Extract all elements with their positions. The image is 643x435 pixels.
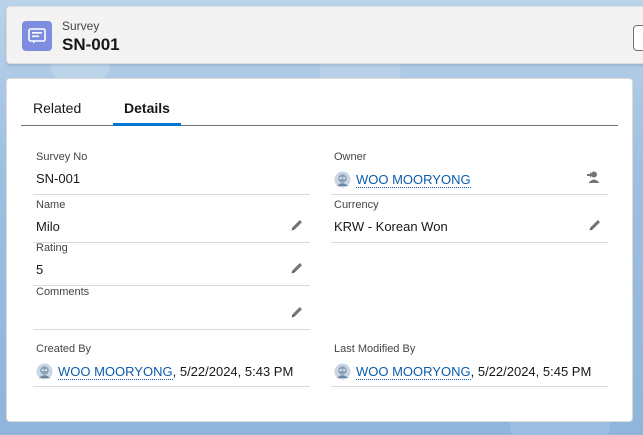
- pencil-edit-icon[interactable]: [290, 261, 304, 275]
- field-label: Owner: [334, 151, 367, 163]
- field-label: Currency: [334, 199, 379, 211]
- user-avatar-icon: [334, 363, 351, 380]
- field-label: Comments: [36, 286, 90, 298]
- field-value: WOO MOORYONG: [334, 171, 471, 188]
- field-label: Created By: [36, 343, 92, 355]
- field-label: Rating: [36, 242, 68, 254]
- pencil-edit-icon[interactable]: [290, 305, 304, 319]
- user-avatar-icon: [36, 363, 53, 380]
- pencil-edit-icon[interactable]: [290, 218, 304, 232]
- owner-link[interactable]: WOO MOORYONG: [356, 172, 471, 188]
- field-owner: Owner WOO MOORYONG: [331, 151, 608, 195]
- field-value: WOO MOORYONG, 5/22/2024, 5:45 PM: [334, 363, 591, 380]
- field-created-by: Created By WOO MOORYONG, 5/22/2024, 5:43…: [33, 343, 310, 387]
- last-modified-user-link[interactable]: WOO MOORYONG: [356, 364, 471, 380]
- field-value: Milo: [36, 219, 60, 234]
- header-action-button[interactable]: [633, 25, 643, 51]
- field-value: KRW - Korean Won: [334, 219, 448, 234]
- field-value: 5: [36, 262, 44, 277]
- field-currency: Currency KRW - Korean Won: [331, 199, 608, 243]
- field-label: Name: [36, 199, 66, 211]
- created-date: , 5/22/2024, 5:43 PM: [172, 364, 294, 379]
- tab-related[interactable]: Related: [33, 93, 81, 126]
- field-last-modified-by: Last Modified By WOO MOORYONG, 5/22/2024…: [331, 343, 608, 387]
- record-header: Survey SN-001: [6, 6, 643, 64]
- last-modified-date: , 5/22/2024, 5:45 PM: [470, 364, 592, 379]
- survey-icon: [22, 21, 52, 51]
- field-comments: Comments: [33, 286, 310, 330]
- change-owner-icon[interactable]: [586, 170, 602, 184]
- user-avatar-icon: [334, 171, 351, 188]
- tab-bar: Related Details: [21, 93, 618, 126]
- pencil-edit-icon[interactable]: [588, 218, 602, 232]
- field-label: Survey No: [36, 151, 88, 163]
- field-value: SN-001: [36, 171, 81, 186]
- created-by-user-link[interactable]: WOO MOORYONG: [58, 364, 173, 380]
- object-type-label: Survey: [62, 19, 100, 33]
- details-card: Related Details Survey No SN-001 Owner W…: [6, 78, 633, 422]
- field-name: Name Milo: [33, 199, 310, 243]
- record-title: SN-001: [62, 35, 120, 54]
- field-survey-no: Survey No SN-001: [33, 151, 310, 195]
- field-rating: Rating 5: [33, 242, 310, 286]
- field-value: WOO MOORYONG, 5/22/2024, 5:43 PM: [36, 363, 293, 380]
- tab-details[interactable]: Details: [113, 93, 181, 126]
- field-label: Last Modified By: [334, 343, 416, 355]
